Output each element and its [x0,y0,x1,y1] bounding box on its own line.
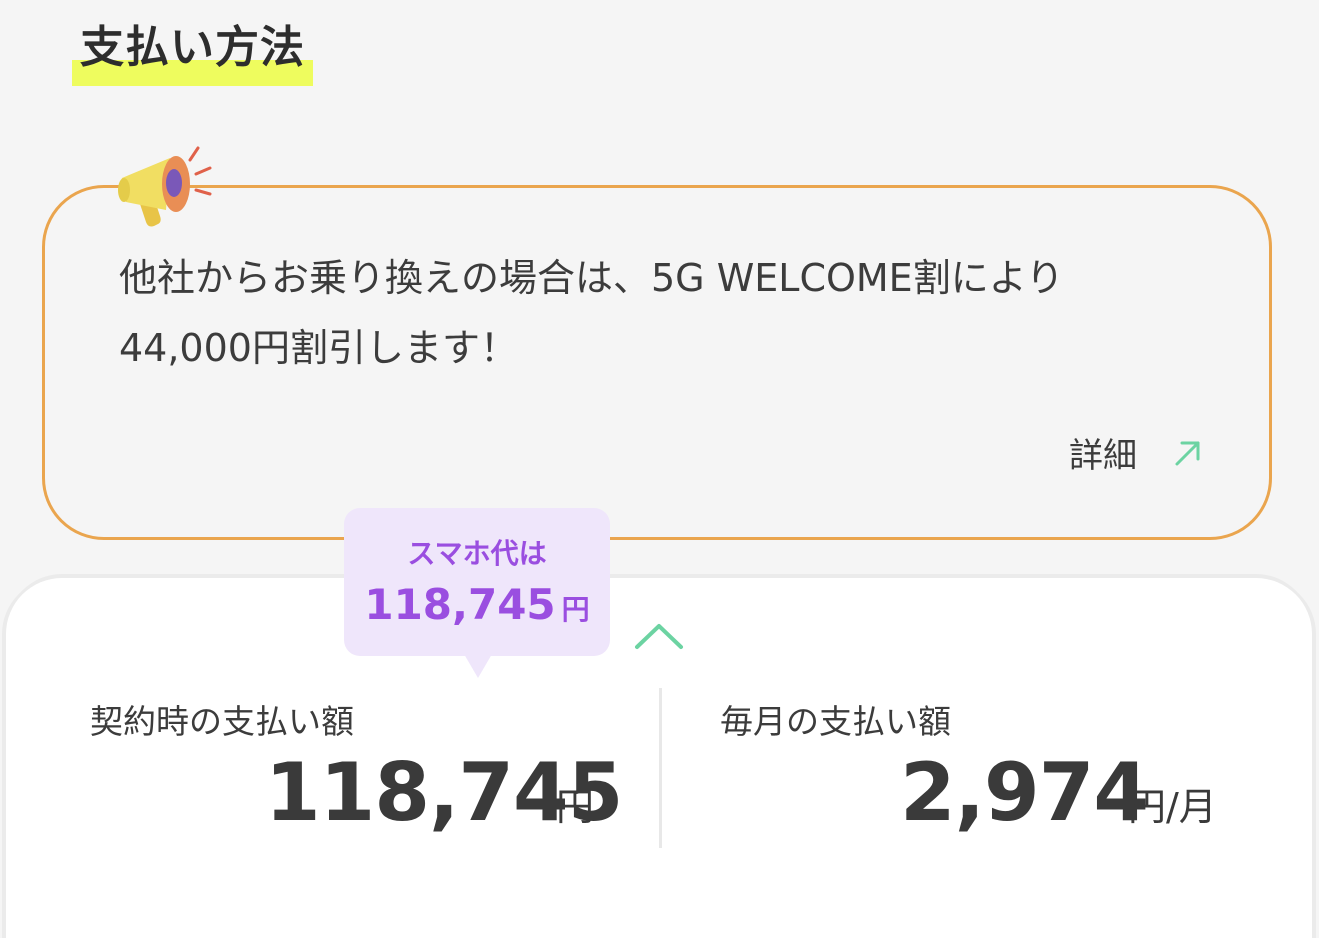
detail-label: 詳細 [1069,436,1137,476]
monthly-payment-amount: 2,974 [900,746,1149,839]
monthly-payment-unit: 円/月 [1128,785,1217,829]
section-title: 支払い方法 [72,18,313,86]
arrow-up-right-icon [1173,438,1203,468]
promo-line-2: 44,000円割引します！ [119,326,518,370]
phone-cost-bubble: スマホ代は 118,745 円 [344,508,610,678]
megaphone-icon [108,140,218,235]
chevron-up-icon[interactable] [632,620,686,652]
bubble-label: スマホ代は [407,537,547,570]
detail-link[interactable]: 詳細 [1069,428,1203,477]
promo-box: 他社からお乗り換えの場合は、5G WELCOME割により 44,000円割引しま… [42,185,1272,540]
bubble-amount-wrap: 118,745 円 [344,580,610,635]
column-divider [659,688,662,848]
promo-line-1: 他社からお乗り換えの場合は、5G WELCOME割により [119,256,1064,300]
bubble-unit: 円 [561,593,590,626]
monthly-payment-label: 毎月の支払い額 [720,702,951,741]
upfront-payment-label: 契約時の支払い額 [90,702,354,741]
bubble-amount: 118,745 [364,580,556,629]
promo-text: 他社からお乗り換えの場合は、5G WELCOME割により 44,000円割引しま… [119,243,1219,383]
upfront-payment-unit: 円 [556,785,595,829]
